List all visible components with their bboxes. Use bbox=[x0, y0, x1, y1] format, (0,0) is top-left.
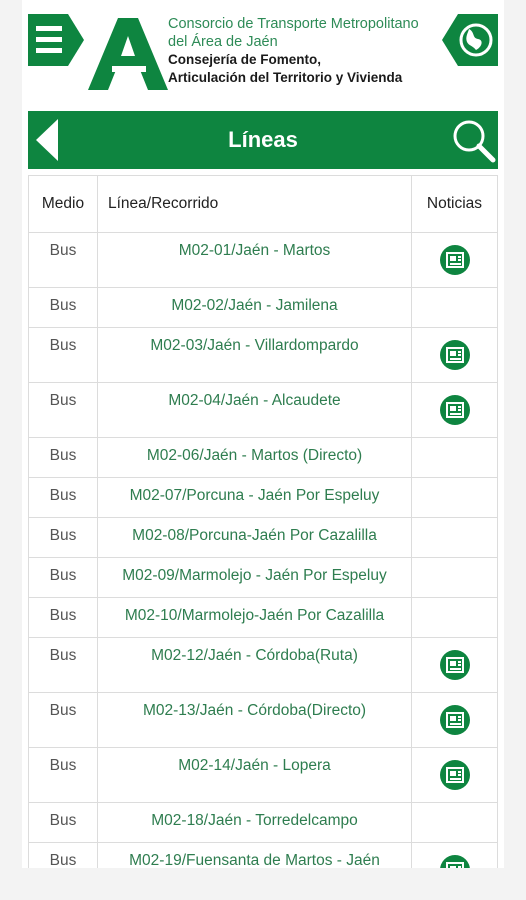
table-row[interactable]: Bus M02-04/Jaén - Alcaudete bbox=[28, 382, 498, 438]
row-noticias bbox=[411, 637, 498, 693]
row-linea-link[interactable]: M02-13/Jaén - Córdoba(Directo) bbox=[97, 692, 412, 748]
table-row[interactable]: Bus M02-14/Jaén - Lopera bbox=[28, 747, 498, 803]
row-noticias bbox=[411, 287, 498, 328]
row-linea-link[interactable]: M02-19/Fuensanta de Martos - Jaén bbox=[97, 842, 412, 868]
row-linea-link[interactable]: M02-07/Porcuna - Jaén Por Espeluy bbox=[97, 477, 412, 518]
row-noticias bbox=[411, 517, 498, 558]
row-noticias bbox=[411, 692, 498, 748]
brand-line-4: Articulación del Territorio y Vivienda bbox=[168, 70, 403, 85]
row-linea-link[interactable]: M02-09/Marmolejo - Jaén Por Espeluy bbox=[97, 557, 412, 598]
row-linea-link[interactable]: M02-03/Jaén - Villardompardo bbox=[97, 327, 412, 383]
row-linea-link[interactable]: M02-02/Jaén - Jamilena bbox=[97, 287, 412, 328]
table-header-row: Medio Línea/Recorrido Noticias bbox=[28, 175, 498, 233]
table-row[interactable]: Bus M02-03/Jaén - Villardompardo bbox=[28, 327, 498, 383]
table-row[interactable]: Bus M02-13/Jaén - Córdoba(Directo) bbox=[28, 692, 498, 748]
table-row[interactable]: Bus M02-08/Porcuna-Jaén Por Cazalilla bbox=[28, 517, 498, 558]
lines-table-wrap: Medio Línea/Recorrido Noticias Bus M02-01… bbox=[28, 175, 498, 868]
row-linea-link[interactable]: M02-12/Jaén - Córdoba(Ruta) bbox=[97, 637, 412, 693]
row-medio: Bus bbox=[28, 327, 98, 383]
row-medio: Bus bbox=[28, 557, 98, 598]
table-row[interactable]: Bus M02-19/Fuensanta de Martos - Jaén bbox=[28, 842, 498, 868]
brand-text: Consorcio de Transporte Metropolitano de… bbox=[168, 15, 448, 87]
row-noticias bbox=[411, 557, 498, 598]
app-page: Consorcio de Transporte Metropolitano de… bbox=[22, 0, 504, 868]
row-linea-link[interactable]: M02-01/Jaén - Martos bbox=[97, 232, 412, 288]
row-medio: Bus bbox=[28, 232, 98, 288]
brand-line-1: Consorcio de Transporte Metropolitano bbox=[168, 16, 419, 32]
row-medio: Bus bbox=[28, 517, 98, 558]
row-medio: Bus bbox=[28, 437, 98, 478]
lines-table: Medio Línea/Recorrido Noticias Bus M02-01… bbox=[28, 175, 498, 868]
news-icon[interactable] bbox=[439, 394, 471, 426]
news-icon[interactable] bbox=[439, 759, 471, 791]
row-medio: Bus bbox=[28, 692, 98, 748]
row-linea-link[interactable]: M02-08/Porcuna-Jaén Por Cazalilla bbox=[97, 517, 412, 558]
row-medio: Bus bbox=[28, 382, 98, 438]
row-noticias bbox=[411, 597, 498, 638]
table-row[interactable]: Bus M02-18/Jaén - Torredelcampo bbox=[28, 802, 498, 843]
row-noticias bbox=[411, 232, 498, 288]
news-icon[interactable] bbox=[439, 244, 471, 276]
table-row[interactable]: Bus M02-10/Marmolejo-Jaén Por Cazalilla bbox=[28, 597, 498, 638]
news-icon[interactable] bbox=[439, 704, 471, 736]
row-linea-link[interactable]: M02-10/Marmolejo-Jaén Por Cazalilla bbox=[97, 597, 412, 638]
table-row[interactable]: Bus M02-09/Marmolejo - Jaén Por Espeluy bbox=[28, 557, 498, 598]
row-noticias bbox=[411, 802, 498, 843]
search-icon[interactable] bbox=[450, 117, 496, 163]
row-medio: Bus bbox=[28, 802, 98, 843]
news-icon[interactable] bbox=[439, 854, 471, 868]
news-icon[interactable] bbox=[439, 649, 471, 681]
row-medio: Bus bbox=[28, 842, 98, 868]
row-linea-link[interactable]: M02-06/Jaén - Martos (Directo) bbox=[97, 437, 412, 478]
row-noticias bbox=[411, 747, 498, 803]
row-noticias bbox=[411, 477, 498, 518]
header-linea: Línea/Recorrido bbox=[97, 175, 412, 233]
news-icon[interactable] bbox=[439, 339, 471, 371]
brand-line-3: Consejería de Fomento, bbox=[168, 52, 322, 67]
row-noticias bbox=[411, 327, 498, 383]
page-title: Líneas bbox=[228, 127, 298, 152]
row-medio: Bus bbox=[28, 597, 98, 638]
row-medio: Bus bbox=[28, 287, 98, 328]
table-row[interactable]: Bus M02-06/Jaén - Martos (Directo) bbox=[28, 437, 498, 478]
row-medio: Bus bbox=[28, 747, 98, 803]
row-linea-link[interactable]: M02-04/Jaén - Alcaudete bbox=[97, 382, 412, 438]
row-noticias bbox=[411, 437, 498, 478]
menu-icon[interactable] bbox=[28, 12, 84, 68]
brand-header: Consorcio de Transporte Metropolitano de… bbox=[22, 0, 504, 108]
brand-line-2: del Área de Jaén bbox=[168, 34, 278, 50]
row-medio: Bus bbox=[28, 637, 98, 693]
globe-icon[interactable] bbox=[442, 12, 498, 68]
title-bar: Líneas bbox=[28, 111, 498, 169]
row-linea-link[interactable]: M02-14/Jaén - Lopera bbox=[97, 747, 412, 803]
row-medio: Bus bbox=[28, 477, 98, 518]
table-row[interactable]: Bus M02-07/Porcuna - Jaén Por Espeluy bbox=[28, 477, 498, 518]
table-row[interactable]: Bus M02-02/Jaén - Jamilena bbox=[28, 287, 498, 328]
row-noticias bbox=[411, 382, 498, 438]
row-linea-link[interactable]: M02-18/Jaén - Torredelcampo bbox=[97, 802, 412, 843]
header-medio: Medio bbox=[28, 175, 98, 233]
table-row[interactable]: Bus M02-12/Jaén - Córdoba(Ruta) bbox=[28, 637, 498, 693]
header-noticias: Noticias bbox=[411, 175, 498, 233]
table-row[interactable]: Bus M02-01/Jaén - Martos bbox=[28, 232, 498, 288]
junta-logo-icon bbox=[88, 18, 168, 90]
row-noticias bbox=[411, 842, 498, 868]
